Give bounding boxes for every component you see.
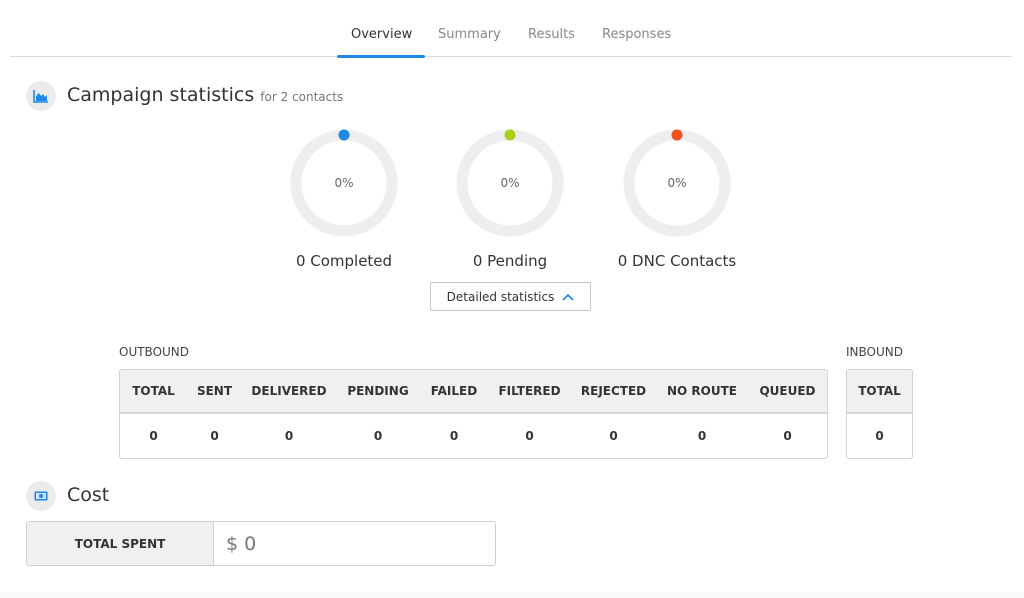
outbound-value-delivered: 0 [284,429,294,443]
outbound-header-rejected: REJECTED [580,384,647,398]
tab-overview[interactable]: Overview [351,27,412,42]
detailed-statistics-button[interactable]: Detailed statistics [430,282,591,311]
campaign-statistics-title: Campaign statistics for 2 contacts [67,84,343,106]
inbound-header-total: TOTAL [858,384,901,398]
donut-pending-percent: 0% [500,176,520,190]
campaign-title-text: Campaign statistics [67,84,255,106]
outbound-value-pending: 0 [373,429,383,443]
active-tab-indicator [337,55,425,58]
outbound-header-delivered: DELIVERED [251,384,327,398]
cost-title: Cost [67,484,110,506]
outbound-value-filtered: 0 [525,429,534,443]
outbound-value-total: 0 [149,429,158,443]
outbound-header-row: TOTAL SENT DELIVERED PENDING FAILED FILT… [120,370,827,414]
detailed-statistics-label: Detailed statistics [446,289,555,304]
outbound-value-sent: 0 [210,429,219,443]
area-chart-icon [26,81,56,111]
money-bill-icon [26,481,56,511]
donut-pending: 0% [455,128,565,238]
tab-results[interactable]: Results [528,27,575,42]
donut-dnc-percent: 0% [667,176,687,190]
donut-completed: 0% [289,128,399,238]
inbound-header-row: TOTAL [847,370,912,414]
inbound-values-row: 0 [847,414,912,458]
donut-completed-percent: 0% [334,176,354,190]
outbound-values-row: 0 0 0 0 0 0 0 0 0 [120,414,827,458]
outbound-header-pending: PENDING [347,384,409,398]
outbound-header-filtered: FILTERED [498,384,561,398]
tab-divider [10,56,1011,57]
tab-bar: Overview Summary Results Responses [0,0,1024,58]
tab-responses[interactable]: Responses [602,27,671,42]
outbound-value-rejected: 0 [609,429,618,443]
inbound-table: TOTAL 0 [846,369,913,459]
donut-dnc: 0% [622,128,732,238]
outbound-value-no-route: 0 [697,429,707,443]
total-spent-value: $ 0 [226,532,257,555]
outbound-header-queued: QUEUED [759,384,816,398]
outbound-table: TOTAL SENT DELIVERED PENDING FAILED FILT… [119,369,828,459]
footer-strip [0,592,1024,598]
inbound-label: INBOUND [846,345,903,359]
outbound-header-sent: SENT [196,384,233,398]
total-spent-label: TOTAL SPENT [27,522,214,565]
outbound-value-queued: 0 [783,429,792,443]
completed-label: 0 Completed [295,252,393,270]
tab-summary[interactable]: Summary [438,27,501,42]
outbound-label: OUTBOUND [119,345,190,359]
outbound-header-failed: FAILED [430,384,478,398]
inbound-value-total: 0 [875,429,884,443]
chevron-up-icon [562,290,574,304]
total-spent-box: TOTAL SPENT $ 0 [26,521,496,566]
pending-label: 0 Pending [472,252,548,270]
outbound-header-total: TOTAL [132,384,175,398]
outbound-header-no-route: NO ROUTE [667,384,737,398]
dnc-contacts-label: 0 DNC Contacts [617,252,737,270]
campaign-subtitle: for 2 contacts [260,90,344,104]
outbound-value-failed: 0 [449,429,459,443]
